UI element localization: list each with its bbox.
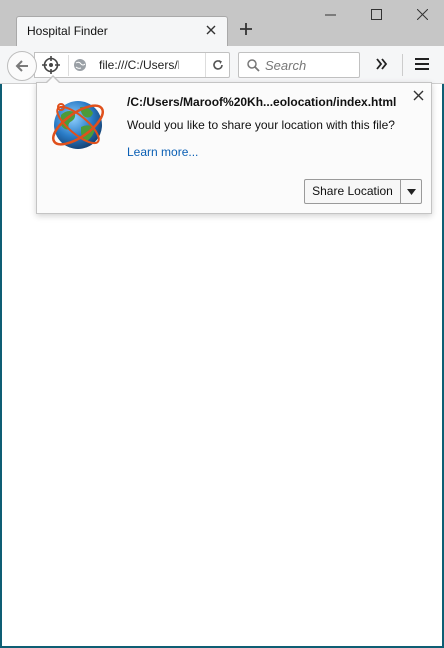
crosshair-icon — [42, 56, 60, 74]
popup-arrow-inner — [46, 77, 60, 84]
new-tab-button[interactable] — [236, 20, 256, 40]
popup-title: /C:/Users/Maroof%20Kh...eolocation/index… — [127, 95, 397, 109]
hamburger-menu-icon[interactable] — [412, 56, 432, 74]
globe-icon — [74, 59, 86, 71]
geolocation-popup: /C:/Users/Maroof%20Kh...eolocation/index… — [36, 75, 432, 214]
back-button[interactable] — [7, 51, 37, 81]
minimize-button[interactable] — [310, 4, 350, 28]
close-icon — [416, 8, 428, 21]
toolbar-separator — [402, 54, 403, 76]
geolocation-permission-icon[interactable] — [42, 56, 62, 76]
arrow-left-icon — [15, 60, 28, 72]
share-location-button[interactable]: Share Location — [304, 179, 401, 204]
navigation-toolbar: file:///C:/Users/Maroof%20Kh Search — [0, 46, 444, 84]
search-bar[interactable]: Search — [238, 52, 360, 78]
url-bar[interactable]: file:///C:/Users/Maroof%20Kh — [34, 52, 230, 78]
maximize-icon — [370, 9, 382, 20]
window-close-button[interactable] — [402, 4, 442, 28]
url-text[interactable]: file:///C:/Users/Maroof%20Kh — [99, 58, 179, 72]
search-placeholder: Search — [265, 58, 307, 73]
reload-button[interactable] — [205, 53, 230, 77]
share-location-dropdown[interactable] — [400, 179, 422, 204]
search-icon — [247, 59, 260, 72]
popup-close-icon[interactable] — [411, 89, 425, 103]
tab-hospital-finder[interactable]: Hospital Finder — [16, 16, 228, 46]
learn-more-link[interactable]: Learn more... — [127, 145, 198, 159]
chevron-double-right-icon — [376, 58, 388, 70]
globe-location-icon — [52, 101, 104, 149]
maximize-button[interactable] — [356, 4, 396, 28]
tab-close-icon[interactable] — [203, 23, 219, 39]
minimize-icon — [324, 14, 336, 16]
reload-icon — [213, 60, 223, 70]
plus-icon — [240, 23, 252, 35]
overflow-button[interactable] — [372, 55, 392, 75]
chevron-down-icon — [407, 189, 416, 195]
tab-title: Hospital Finder — [27, 24, 108, 38]
tab-strip: Hospital Finder — [0, 0, 444, 46]
popup-message: Would you like to share your location wi… — [127, 118, 395, 132]
